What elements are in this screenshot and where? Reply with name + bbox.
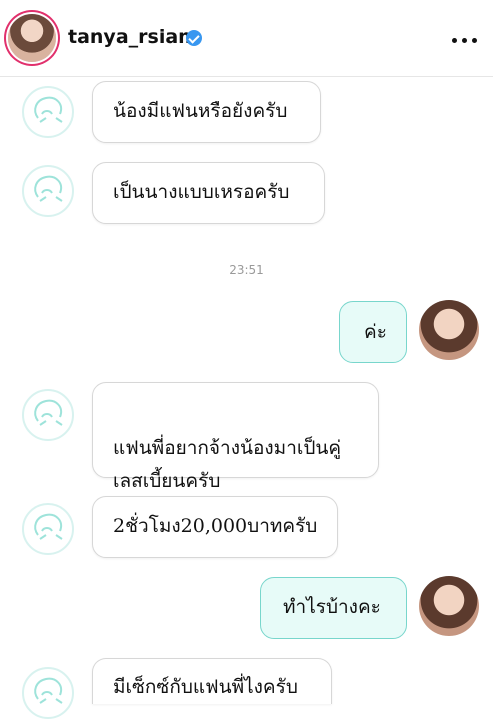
message-bubble-outgoing: ค่ะ xyxy=(339,301,407,363)
username[interactable]: tanya_rsiam xyxy=(68,26,198,48)
sender-avatar[interactable] xyxy=(22,503,74,555)
user-avatar[interactable] xyxy=(419,300,479,360)
message-bubble-outgoing: ทำไรบ้างคะ xyxy=(260,577,407,639)
sender-avatar[interactable] xyxy=(22,667,74,719)
sender-avatar[interactable] xyxy=(22,86,74,138)
sender-avatar[interactable] xyxy=(22,165,74,217)
message-bubble-incoming: มีเซ็กซ์กับแฟนพี่ไงครับ xyxy=(92,658,332,704)
message-text: แฟนพี่อยากจ้างน้องมาเป็นคู่ เลสเบี้ยนครั… xyxy=(113,437,342,492)
message-bubble-incoming: น้องมีแฟนหรือยังครับ xyxy=(92,81,321,143)
profile-avatar[interactable] xyxy=(8,14,56,62)
message-bubble-incoming: 2ชั่วโมง20,000บาทครับ xyxy=(92,496,338,558)
message-text: ค่ะ xyxy=(364,321,387,343)
sender-avatar[interactable] xyxy=(22,389,74,441)
message-bubble-incoming: เป็นนางแบบเหรอครับ xyxy=(92,162,325,224)
timestamp: 23:51 xyxy=(229,263,264,277)
message-bubble-incoming: แฟนพี่อยากจ้างน้องมาเป็นคู่ เลสเบี้ยนครั… xyxy=(92,382,379,492)
user-avatar[interactable] xyxy=(419,576,479,636)
message-text: 2ชั่วโมง20,000บาทครับ xyxy=(113,515,318,537)
message-text: มีเซ็กซ์กับแฟนพี่ไงครับ xyxy=(113,676,298,698)
verified-badge-icon xyxy=(186,30,202,46)
message-text: เป็นนางแบบเหรอครับ xyxy=(113,181,290,203)
message-text: ทำไรบ้างคะ xyxy=(283,596,381,618)
chat-header: tanya_rsiam xyxy=(0,0,493,77)
message-text: น้องมีแฟนหรือยังครับ xyxy=(113,100,288,122)
more-options-icon[interactable] xyxy=(452,38,484,46)
